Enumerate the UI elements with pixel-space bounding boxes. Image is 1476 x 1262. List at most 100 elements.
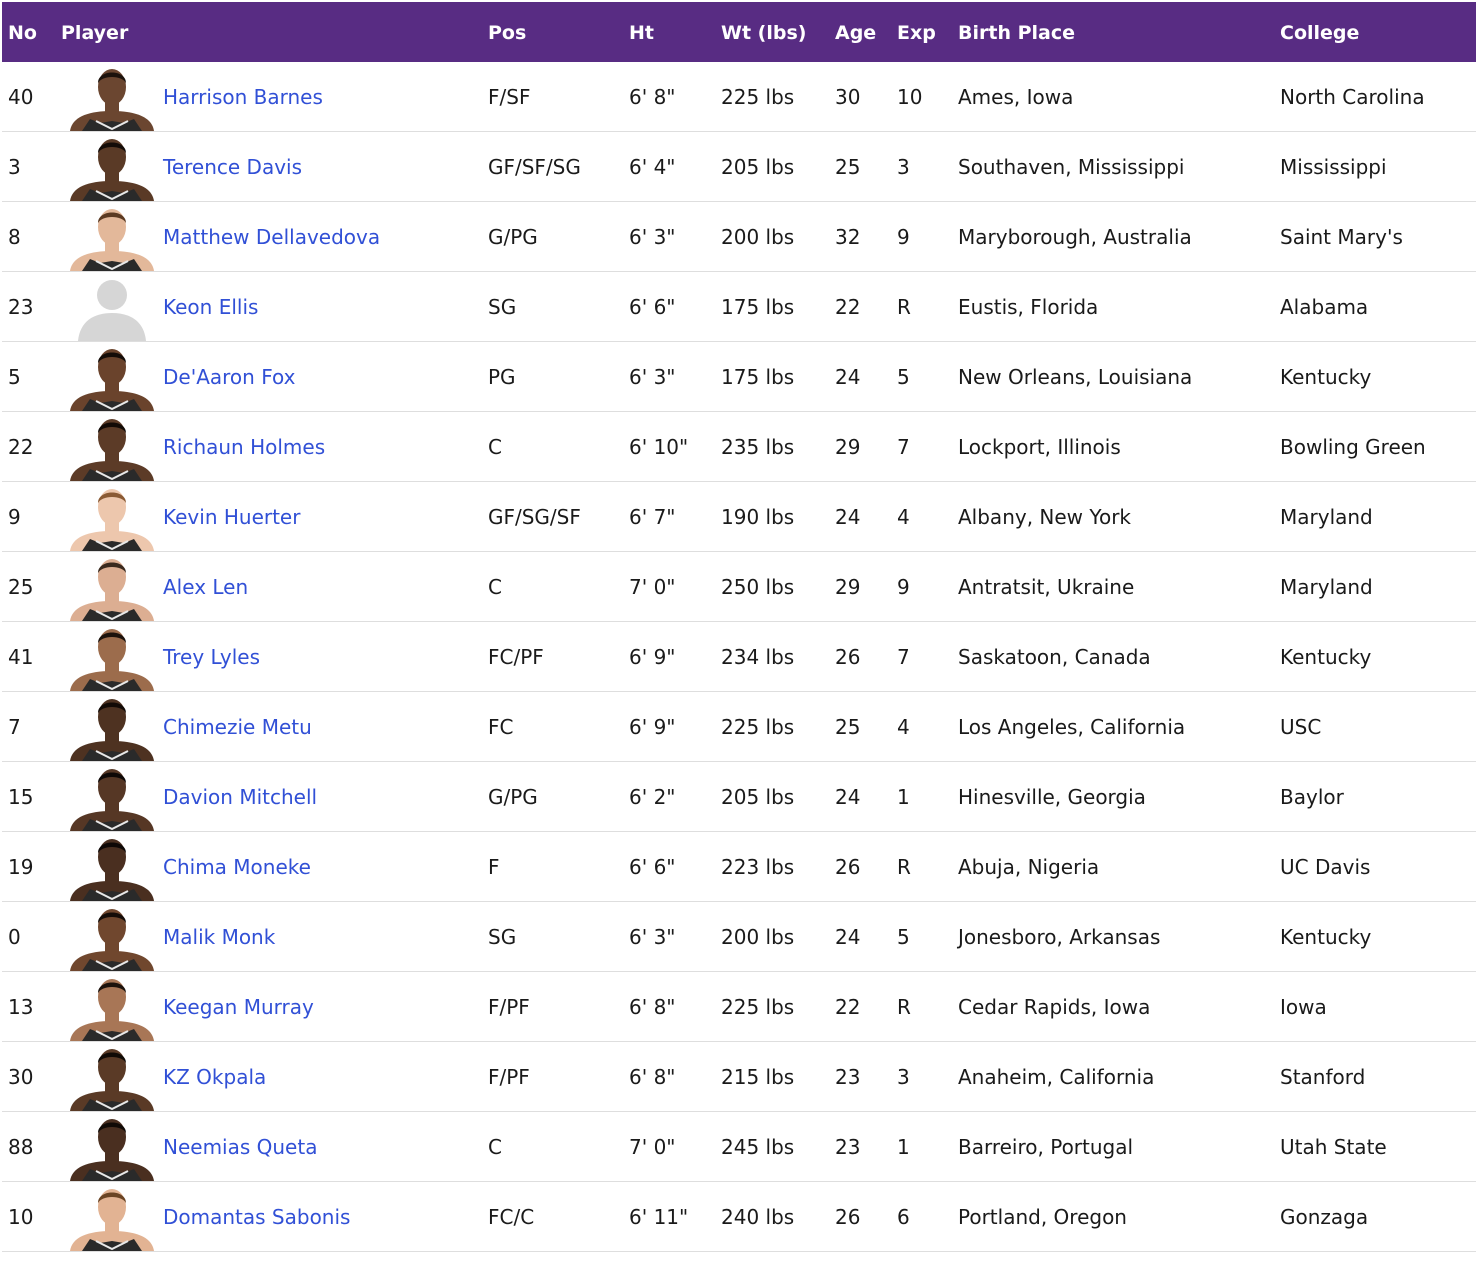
player-name-link[interactable]: Chima Moneke <box>163 832 311 901</box>
experience: 6 <box>897 1205 910 1229</box>
birth-place: New Orleans, Louisiana <box>958 365 1193 389</box>
height: 6' 3" <box>629 925 676 949</box>
player-name-link[interactable]: KZ Okpala <box>163 1042 266 1111</box>
header-wt[interactable]: Wt (lbs) <box>721 2 806 62</box>
player-headshot[interactable] <box>62 553 162 621</box>
experience: 7 <box>897 435 910 459</box>
player-name-link[interactable]: Keegan Murray <box>163 972 314 1041</box>
position: F/PF <box>488 1065 530 1089</box>
height: 6' 6" <box>629 855 676 879</box>
header-no[interactable]: No <box>8 2 37 62</box>
position: G/PG <box>488 785 538 809</box>
age: 24 <box>835 785 861 809</box>
jersey-number: 15 <box>8 785 34 809</box>
experience: 10 <box>897 85 923 109</box>
jersey-number: 13 <box>8 995 34 1019</box>
birth-place: Southaven, Mississippi <box>958 155 1185 179</box>
college: Maryland <box>1280 575 1373 599</box>
player-name-link[interactable]: Alex Len <box>163 552 248 621</box>
experience: 7 <box>897 645 910 669</box>
weight: 225 lbs <box>721 995 795 1019</box>
table-row: 13 Keegan Murray F/PF 6' 8" 225 lbs 22 R Cedar … <box>2 972 1476 1042</box>
player-silhouette-icon[interactable] <box>62 273 162 341</box>
weight: 190 lbs <box>721 505 795 529</box>
player-headshot[interactable] <box>62 973 162 1041</box>
header-pos[interactable]: Pos <box>488 2 526 62</box>
birth-place: Eustis, Florida <box>958 295 1099 319</box>
player-name-link[interactable]: Trey Lyles <box>163 622 260 691</box>
experience: 4 <box>897 505 910 529</box>
player-name-link[interactable]: Domantas Sabonis <box>163 1182 350 1251</box>
height: 6' 3" <box>629 365 676 389</box>
birth-place: Antratsit, Ukraine <box>958 575 1135 599</box>
age: 23 <box>835 1065 861 1089</box>
player-headshot[interactable] <box>62 623 162 691</box>
height: 6' 2" <box>629 785 676 809</box>
player-name-link[interactable]: Terence Davis <box>163 132 302 201</box>
birth-place: Ames, Iowa <box>958 85 1074 109</box>
table-row: 25 Alex Len C 7' 0" 250 lbs 29 9 Antratsit, Ukr… <box>2 552 1476 622</box>
player-headshot[interactable] <box>62 903 162 971</box>
jersey-number: 25 <box>8 575 34 599</box>
header-college[interactable]: College <box>1280 2 1359 62</box>
jersey-number: 9 <box>8 505 21 529</box>
player-name-link[interactable]: Chimezie Metu <box>163 692 312 761</box>
roster-table: No Player Pos Ht Wt (lbs) Age Exp Birth … <box>2 2 1476 1252</box>
player-headshot[interactable] <box>62 763 162 831</box>
experience: 1 <box>897 785 910 809</box>
player-headshot[interactable] <box>62 63 162 131</box>
birth-place: Albany, New York <box>958 505 1131 529</box>
header-exp[interactable]: Exp <box>897 2 936 62</box>
birth-place: Jonesboro, Arkansas <box>958 925 1161 949</box>
weight: 200 lbs <box>721 925 795 949</box>
player-headshot[interactable] <box>62 1183 162 1251</box>
player-name-link[interactable]: Matthew Dellavedova <box>163 202 380 271</box>
header-ht[interactable]: Ht <box>629 2 654 62</box>
player-headshot[interactable] <box>62 1113 162 1181</box>
player-name-link[interactable]: Malik Monk <box>163 902 275 971</box>
player-headshot[interactable] <box>62 133 162 201</box>
jersey-number: 8 <box>8 225 21 249</box>
height: 6' 9" <box>629 715 676 739</box>
age: 23 <box>835 1135 861 1159</box>
table-row: 7 Chimezie Metu FC 6' 9" 225 lbs 25 4 Los Angel… <box>2 692 1476 762</box>
player-name-link[interactable]: De'Aaron Fox <box>163 342 295 411</box>
player-name-link[interactable]: Davion Mitchell <box>163 762 317 831</box>
experience: 5 <box>897 925 910 949</box>
table-row: 10 Domantas Sabonis FC/C 6' 11" 240 lbs 26 6 Po… <box>2 1182 1476 1252</box>
player-headshot[interactable] <box>62 343 162 411</box>
experience: 3 <box>897 1065 910 1089</box>
player-headshot[interactable] <box>62 483 162 551</box>
player-name-link[interactable]: Harrison Barnes <box>163 62 323 131</box>
jersey-number: 7 <box>8 715 21 739</box>
header-player[interactable]: Player <box>61 2 128 62</box>
player-name-link[interactable]: Neemias Queta <box>163 1112 317 1181</box>
table-header: No Player Pos Ht Wt (lbs) Age Exp Birth … <box>2 2 1476 62</box>
experience: 3 <box>897 155 910 179</box>
experience: R <box>897 295 911 319</box>
player-headshot[interactable] <box>62 413 162 481</box>
player-headshot[interactable] <box>62 1043 162 1111</box>
age: 22 <box>835 995 861 1019</box>
table-row: 15 Davion Mitchell G/PG 6' 2" 205 lbs 24 1 Hine… <box>2 762 1476 832</box>
position: FC/PF <box>488 645 544 669</box>
position: F/SF <box>488 85 531 109</box>
height: 6' 8" <box>629 1065 676 1089</box>
height: 6' 8" <box>629 85 676 109</box>
jersey-number: 30 <box>8 1065 34 1089</box>
height: 6' 9" <box>629 645 676 669</box>
player-headshot[interactable] <box>62 833 162 901</box>
header-birth-place[interactable]: Birth Place <box>958 2 1075 62</box>
player-name-link[interactable]: Kevin Huerter <box>163 482 300 551</box>
weight: 234 lbs <box>721 645 795 669</box>
jersey-number: 88 <box>8 1135 34 1159</box>
player-headshot[interactable] <box>62 203 162 271</box>
weight: 215 lbs <box>721 1065 795 1089</box>
player-headshot[interactable] <box>62 693 162 761</box>
table-row: 9 Kevin Huerter GF/SG/SF 6' 7" 190 lbs 24 4 Alb… <box>2 482 1476 552</box>
position: F <box>488 855 500 879</box>
table-row: 40 Harrison Barnes F/SF 6' 8" 225 lbs 30 10 Ame… <box>2 62 1476 132</box>
player-name-link[interactable]: Richaun Holmes <box>163 412 325 481</box>
header-age[interactable]: Age <box>835 2 876 62</box>
player-name-link[interactable]: Keon Ellis <box>163 272 258 341</box>
